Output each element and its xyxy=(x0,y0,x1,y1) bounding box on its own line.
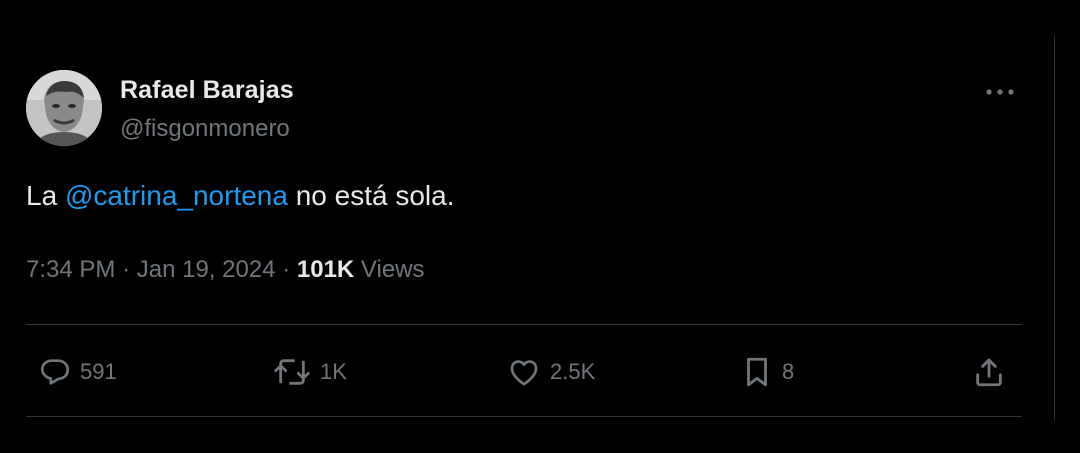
mention-link[interactable]: @catrina_nortena xyxy=(65,180,288,211)
profile-photo-icon xyxy=(26,70,102,146)
avatar[interactable] xyxy=(26,70,102,146)
author-name[interactable]: Rafael Barajas xyxy=(120,76,294,105)
views-count: 101K xyxy=(296,256,355,283)
retweet-button[interactable]: 1K xyxy=(272,350,347,394)
more-horizontal-icon xyxy=(986,89,1014,95)
column-border xyxy=(1054,36,1055,420)
retweet-icon xyxy=(274,359,310,385)
reply-icon xyxy=(40,359,70,385)
tweet-date[interactable]: Jan 19, 2024 xyxy=(137,256,276,283)
retweet-count: 1K xyxy=(320,359,347,384)
meta-separator: · xyxy=(282,256,291,283)
reply-count: 591 xyxy=(80,359,117,384)
tweet-time[interactable]: 7:34 PM xyxy=(26,256,115,283)
divider xyxy=(26,324,1022,325)
bookmark-count: 8 xyxy=(782,359,795,384)
tweet-text-before: La xyxy=(26,180,65,211)
reply-button[interactable]: 591 xyxy=(38,350,117,394)
tweet-meta: 7:34 PM · Jan 19, 2024 · 101K Views xyxy=(26,256,425,284)
tweet-card[interactable]: Rafael Barajas @fisgonmonero La @catrina… xyxy=(24,70,1024,440)
like-count: 2.5K xyxy=(550,359,596,384)
bookmark-button[interactable]: 8 xyxy=(740,350,794,394)
action-bar: 591 1K 2.5K 8 xyxy=(26,350,1022,394)
bookmark-icon xyxy=(747,357,767,387)
like-button[interactable]: 2.5K xyxy=(506,350,595,394)
meta-separator: · xyxy=(122,256,131,283)
views-label: Views xyxy=(360,256,425,283)
author-handle[interactable]: @fisgonmonero xyxy=(120,115,290,143)
share-button[interactable] xyxy=(972,350,1006,394)
more-options-button[interactable] xyxy=(980,76,1020,108)
share-icon xyxy=(976,358,1002,387)
divider xyxy=(26,416,1022,417)
tweet-text: La @catrina_nortena no está sola. xyxy=(26,180,455,212)
heart-icon xyxy=(510,360,538,386)
tweet-text-after: no está sola. xyxy=(287,180,455,211)
